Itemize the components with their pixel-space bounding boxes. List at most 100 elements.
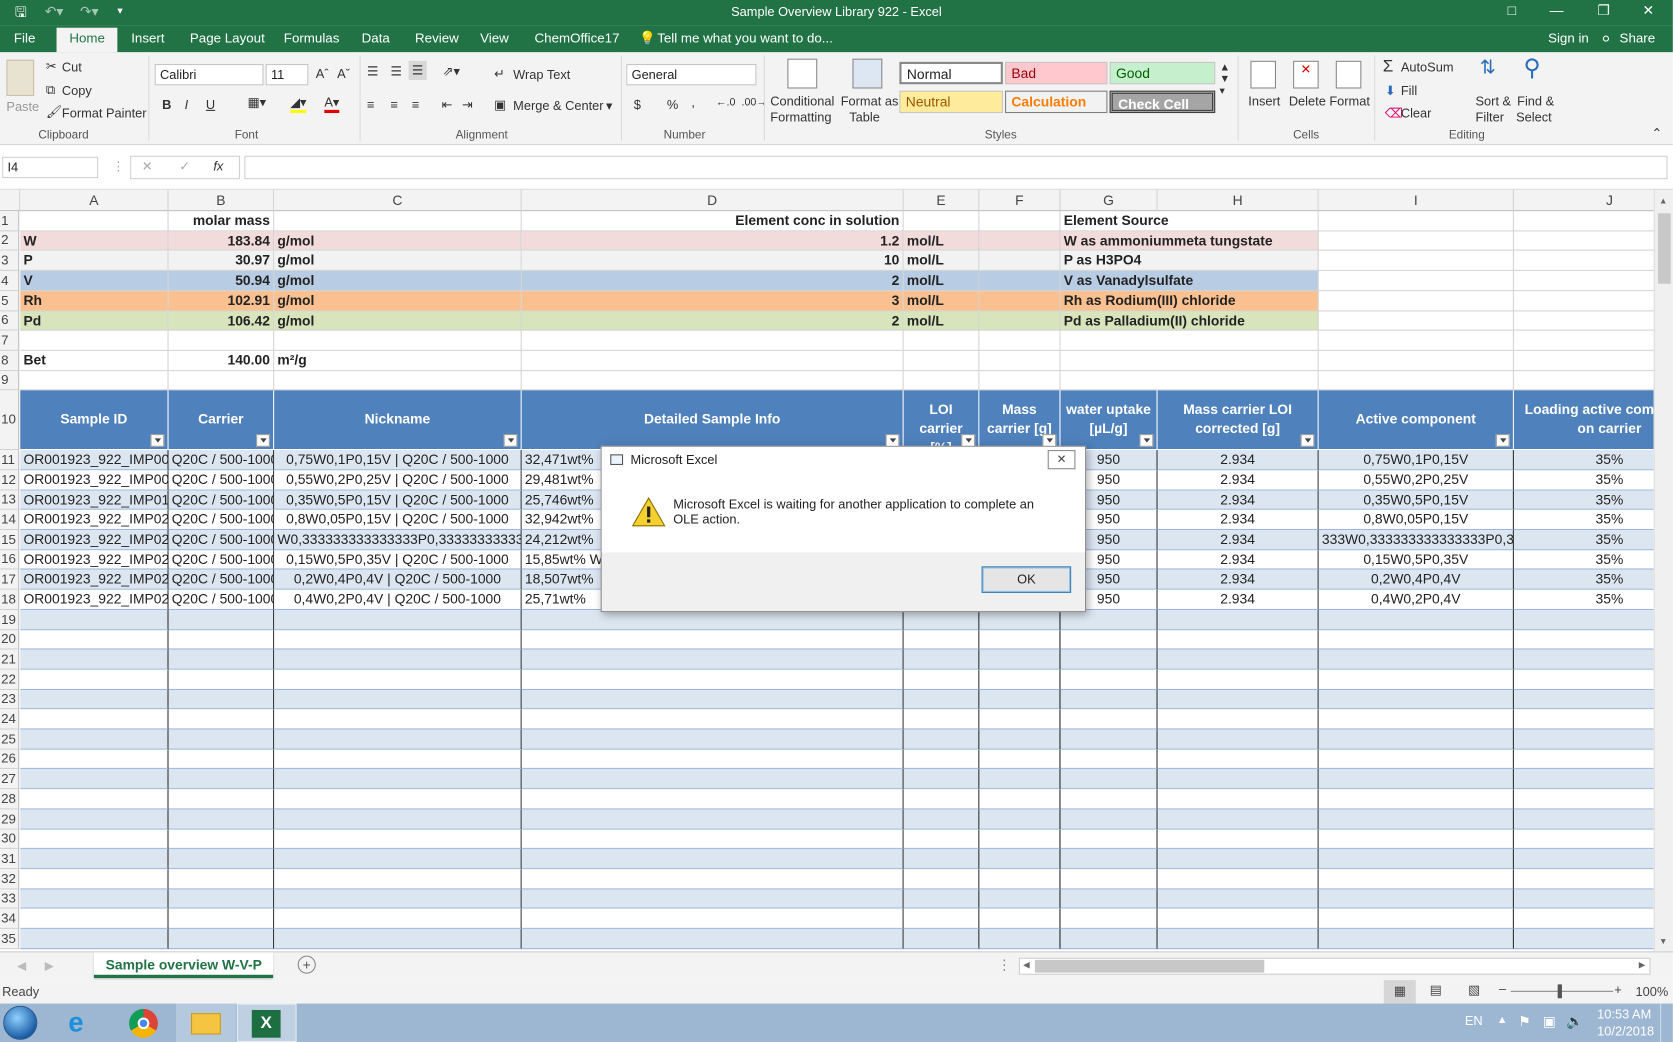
tab-file[interactable]: File	[14, 31, 36, 46]
table-cell[interactable]	[1060, 649, 1158, 670]
table-cell[interactable]	[903, 848, 980, 870]
table-cell[interactable]	[1318, 848, 1514, 870]
cell[interactable]: mol/L	[903, 291, 980, 312]
table-cell[interactable]	[521, 649, 904, 670]
table-cell[interactable]	[979, 669, 1061, 691]
column-header[interactable]: G	[1060, 189, 1158, 212]
table-cell[interactable]	[1060, 630, 1158, 650]
increase-font-icon[interactable]: Aˆ	[316, 66, 329, 81]
currency-button[interactable]: $	[634, 97, 641, 112]
clipboard-icon[interactable]	[6, 59, 35, 96]
table-cell[interactable]	[20, 610, 169, 631]
table-cell[interactable]	[979, 649, 1061, 670]
cell[interactable]	[1513, 331, 1654, 351]
clock-time[interactable]: 10:53 AM	[1597, 1007, 1651, 1022]
align-top-icon[interactable]: ☰	[367, 64, 378, 79]
table-cell[interactable]: 2.934	[1157, 490, 1319, 510]
table-cell[interactable]	[521, 749, 904, 769]
table-cell[interactable]	[274, 908, 522, 929]
table-cell[interactable]: 2.934	[1157, 530, 1319, 551]
ribbon-display-icon[interactable]: □	[1487, 0, 1536, 23]
insert-function-icon[interactable]: fx	[213, 159, 223, 174]
table-cell[interactable]	[274, 889, 522, 909]
cell[interactable]	[168, 371, 275, 391]
formula-input[interactable]	[244, 155, 1668, 180]
file-explorer-icon[interactable]	[176, 1003, 236, 1042]
table-cell[interactable]	[1318, 869, 1514, 890]
table-cell[interactable]	[1157, 848, 1319, 870]
row-header[interactable]: 22	[0, 669, 20, 691]
scroll-right-icon[interactable]: ▶	[1639, 960, 1646, 970]
cell[interactable]	[1318, 211, 1514, 232]
table-cell[interactable]	[20, 928, 169, 950]
table-cell[interactable]	[20, 669, 169, 691]
table-cell[interactable]	[1060, 908, 1158, 929]
row-header[interactable]: 13	[0, 490, 20, 510]
chrome-icon[interactable]	[114, 1004, 174, 1042]
minimize-button[interactable]: —	[1532, 0, 1581, 23]
cell[interactable]	[1318, 250, 1514, 271]
table-cell[interactable]	[1318, 768, 1514, 790]
table-cell[interactable]	[521, 690, 904, 710]
font-name-dropdown[interactable]: Calibri	[154, 63, 264, 86]
flag-icon[interactable]: ⚑	[1518, 1013, 1530, 1030]
format-as-table-icon[interactable]	[852, 58, 883, 89]
table-cell[interactable]	[979, 789, 1061, 810]
table-cell[interactable]	[20, 848, 169, 870]
table-cell[interactable]: 0,15W0,5P0,35V	[1318, 550, 1514, 570]
table-cell[interactable]	[1318, 729, 1514, 750]
cell[interactable]: Bet	[20, 350, 169, 372]
table-cell[interactable]	[1157, 610, 1319, 631]
table-cell[interactable]	[1157, 729, 1319, 750]
table-cell[interactable]	[903, 610, 980, 631]
table-cell[interactable]	[168, 889, 275, 909]
add-sheet-icon[interactable]: +	[297, 955, 316, 974]
fill-color-icon[interactable]: ◢▾	[290, 95, 307, 114]
table-cell[interactable]	[521, 908, 904, 929]
table-cell[interactable]	[1513, 928, 1654, 950]
cell[interactable]	[979, 231, 1061, 251]
table-header-cell[interactable]: Sample ID	[20, 390, 169, 451]
table-cell[interactable]	[274, 690, 522, 710]
delete-cells-icon[interactable]: ✕	[1293, 60, 1319, 89]
cell[interactable]	[979, 270, 1061, 292]
next-sheet-icon[interactable]: ▶	[45, 959, 54, 973]
cell[interactable]: mol/L	[903, 250, 980, 271]
table-cell[interactable]	[979, 709, 1061, 730]
table-cell[interactable]: Q20C / 500-1000	[168, 509, 275, 531]
scroll-down-icon[interactable]: ▼	[1659, 936, 1667, 946]
table-cell[interactable]	[1513, 729, 1654, 750]
table-cell[interactable]	[1060, 749, 1158, 769]
cell[interactable]: 50.94	[168, 270, 275, 292]
table-cell[interactable]	[521, 669, 904, 691]
table-cell[interactable]	[274, 749, 522, 769]
cell[interactable]	[979, 291, 1061, 312]
column-header[interactable]: E	[903, 189, 980, 212]
table-cell[interactable]	[1513, 690, 1654, 710]
row-header[interactable]: 18	[0, 589, 20, 611]
dialog-close-button[interactable]: ✕	[1047, 450, 1076, 470]
cell[interactable]	[1513, 371, 1654, 391]
cell[interactable]	[979, 371, 1061, 391]
cell[interactable]	[979, 311, 1061, 331]
tab-chemoffice[interactable]: ChemOffice17	[535, 31, 620, 46]
table-cell[interactable]	[1513, 848, 1654, 870]
row-header[interactable]: 27	[0, 768, 20, 790]
ok-button[interactable]: OK	[981, 566, 1072, 593]
start-button[interactable]	[3, 1005, 38, 1040]
cell[interactable]	[274, 371, 522, 391]
row-header[interactable]: 2	[0, 231, 20, 251]
row-header[interactable]: 26	[0, 749, 20, 769]
cell[interactable]	[521, 330, 904, 351]
table-cell[interactable]	[20, 649, 169, 670]
table-cell[interactable]: 2.934	[1157, 569, 1319, 590]
merge-center-button[interactable]: Merge & Center	[513, 98, 603, 113]
row-header[interactable]: 35	[0, 928, 20, 950]
row-header[interactable]: 17	[0, 569, 20, 590]
cell[interactable]: 140.00	[168, 350, 275, 372]
table-cell[interactable]	[168, 610, 275, 631]
table-cell[interactable]	[1157, 768, 1319, 790]
table-cell[interactable]: Q20C / 500-1000	[168, 550, 275, 570]
table-cell[interactable]	[979, 690, 1061, 710]
row-header[interactable]: 34	[0, 908, 20, 929]
